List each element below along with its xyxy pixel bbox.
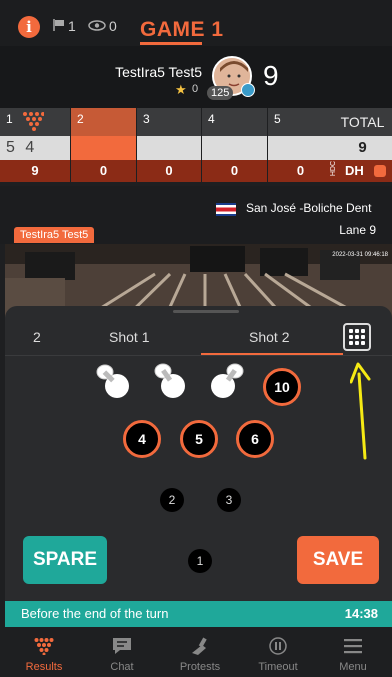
nav-label: Timeout [258, 661, 298, 673]
frame-total: 0 [137, 160, 201, 182]
sheet-drag-handle[interactable] [173, 310, 239, 313]
frame-total: 0 [202, 160, 267, 182]
shot-tab-indicator [201, 353, 343, 355]
fallen-pin-8-icon[interactable] [149, 360, 191, 402]
player-stars: 0 [192, 83, 199, 95]
flag-count: 1 [68, 18, 76, 34]
costa-rica-flag-icon [216, 203, 236, 216]
nav-label: Results [25, 661, 63, 673]
frame-shots [137, 136, 201, 160]
nav-protests[interactable]: Protests [161, 627, 239, 677]
frame-number: 2 [71, 108, 136, 136]
total-label: TOTAL [333, 108, 392, 136]
pin-3: 3 [217, 488, 241, 512]
nav-label: Menu [339, 661, 367, 673]
frame-number: 5 [268, 108, 333, 136]
dh-label: DH [345, 163, 364, 178]
fallen-pin-7-icon[interactable] [93, 360, 135, 402]
dh-badge-icon [374, 165, 386, 177]
fallen-pin-9-icon[interactable] [205, 360, 247, 402]
nav-label: Protests [179, 661, 221, 673]
player-name: TestIra5 Test5 [115, 64, 202, 80]
eye-icon [88, 20, 106, 31]
tab-divider [5, 355, 392, 356]
player-tag: TestIra5 Test5 [14, 227, 95, 243]
player-header: TestIra5 Test5 ★ 0 125 9 [0, 46, 392, 108]
total-value: 9 [333, 136, 392, 160]
chat-icon [113, 638, 131, 654]
venue-name: San José -Boliche Dent [246, 201, 372, 215]
total-column: TOTAL 9 DH [333, 108, 392, 186]
menu-icon [344, 639, 362, 654]
frame-3[interactable]: 3 0 [136, 108, 201, 186]
frame-4[interactable]: 4 0 [201, 108, 267, 186]
shot-input-panel: 2 Shot 1 Shot 2 10 4 5 6 2 3 1 SPARE SAV… [5, 306, 392, 601]
tab-shot-1[interactable]: Shot 1 [109, 329, 149, 345]
frame-1[interactable]: 1 5 4 9 [0, 108, 70, 186]
dh-cell: DH [333, 160, 392, 182]
frame-shots [202, 136, 267, 160]
grid-icon [349, 329, 365, 345]
protest-icon [192, 637, 207, 655]
flag-icon [53, 19, 64, 31]
player-level-badge: 125 [207, 86, 234, 100]
frame-shots [268, 136, 333, 160]
nav-menu[interactable]: Menu [314, 627, 392, 677]
nav-chat[interactable]: Chat [83, 627, 161, 677]
tab-game-1[interactable]: GAME 1 [140, 18, 224, 42]
pin-2: 2 [160, 488, 184, 512]
frame-total: 9 [0, 160, 70, 182]
pins-icon [23, 112, 44, 131]
globe-icon [241, 83, 255, 97]
frame-total: 0 [71, 160, 136, 182]
pin-6[interactable]: 6 [236, 420, 274, 458]
nav-results[interactable]: Results [5, 627, 83, 677]
player-score: 9 [263, 60, 279, 91]
video-timestamp: 2022-03-31 09:46:18 [332, 252, 388, 258]
save-button[interactable]: SAVE [297, 536, 379, 584]
frame-shots [71, 136, 136, 160]
pin-1: 1 [188, 549, 212, 573]
frame-2[interactable]: 2 0 [70, 108, 136, 186]
frame-5[interactable]: 5 0 [267, 108, 333, 186]
hdc-label: HDC [330, 161, 337, 177]
frame-number: 1 [6, 112, 13, 126]
nav-timeout[interactable]: Timeout [239, 627, 317, 677]
frame-number: 4 [202, 108, 267, 136]
lane-label: Lane 9 [339, 223, 376, 237]
pin-4[interactable]: 4 [123, 420, 161, 458]
top-bar: i 1 0 GAME 1 [0, 0, 392, 46]
frame-total: 0 [268, 160, 333, 182]
spare-button[interactable]: SPARE [23, 536, 107, 584]
current-frame-number: 2 [33, 329, 41, 345]
tab-shot-2[interactable]: Shot 2 [249, 329, 289, 345]
info-icon[interactable]: i [18, 16, 40, 38]
pin-10[interactable]: 10 [263, 368, 301, 406]
pin-5[interactable]: 5 [180, 420, 218, 458]
frame-number: 3 [137, 108, 201, 136]
venue-area: San José -Boliche Dent Lane 9 TestIra5 T… [0, 186, 392, 244]
game-tab-indicator [140, 42, 202, 45]
frame-shots: 5 4 [0, 136, 70, 160]
turn-status-text: Before the end of the turn [21, 606, 169, 621]
viewer-count: 0 [109, 18, 117, 34]
star-icon: ★ [175, 82, 187, 97]
bottom-nav: Results Chat Protests Timeout Menu [0, 627, 392, 677]
pins-icon [34, 638, 54, 655]
highlight-arrow-icon [350, 362, 371, 460]
nav-label: Chat [110, 661, 134, 673]
pause-icon [269, 637, 287, 655]
pin-grid-toggle-button[interactable] [343, 323, 371, 351]
turn-status-bar: Before the end of the turn 14:38 [5, 601, 392, 627]
turn-timer: 14:38 [344, 606, 378, 621]
